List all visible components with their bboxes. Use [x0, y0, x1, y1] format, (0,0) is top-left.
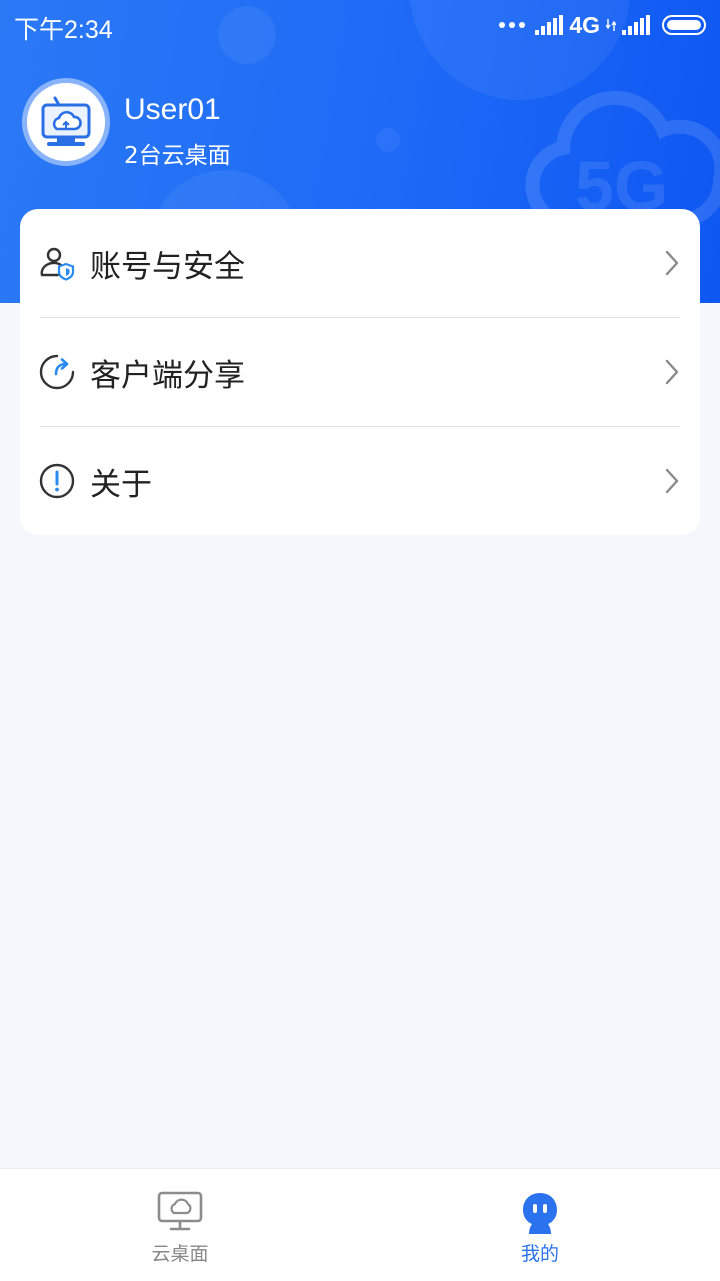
settings-menu-card: 账号与安全 客户端分享 关于 [20, 209, 700, 535]
tab-mine[interactable]: 我的 [360, 1169, 720, 1281]
menu-item-client-share[interactable]: 客户端分享 [20, 318, 700, 426]
menu-item-account-security[interactable]: 账号与安全 [20, 209, 700, 317]
tab-cloud-desktop[interactable]: 云桌面 [0, 1169, 360, 1281]
cloud-desktop-icon [157, 1191, 203, 1231]
avatar[interactable] [22, 78, 110, 166]
desktop-count: 2台云桌面 [124, 143, 231, 169]
status-icons: 4G [499, 12, 706, 38]
chevron-right-icon [665, 468, 679, 494]
chevron-right-icon [665, 250, 679, 276]
robot-mine-icon [523, 1193, 557, 1234]
cloud-desktop-avatar-icon [41, 96, 91, 146]
signal-icon [535, 15, 564, 35]
bottom-nav: 云桌面 我的 [0, 1168, 720, 1281]
menu-label: 账号与安全 [90, 248, 245, 285]
username: User01 [124, 93, 221, 126]
tab-label: 我的 [520, 1243, 559, 1265]
more-dots-icon [499, 22, 526, 28]
tab-label: 云桌面 [151, 1243, 209, 1265]
battery-icon [662, 15, 706, 35]
user-shield-icon [40, 247, 75, 281]
signal-icon-2 [622, 15, 650, 35]
data-arrows-icon [606, 19, 616, 31]
menu-label: 客户端分享 [90, 357, 245, 394]
chevron-right-icon [665, 359, 679, 385]
info-icon [39, 463, 75, 499]
menu-label: 关于 [90, 466, 152, 503]
status-bar: 下午2:34 4G [0, 0, 720, 50]
menu-item-about[interactable]: 关于 [20, 427, 700, 535]
network-type: 4G [569, 11, 600, 38]
decor-circle [376, 128, 400, 152]
status-time: 下午2:34 [14, 16, 113, 44]
share-icon [39, 354, 75, 390]
